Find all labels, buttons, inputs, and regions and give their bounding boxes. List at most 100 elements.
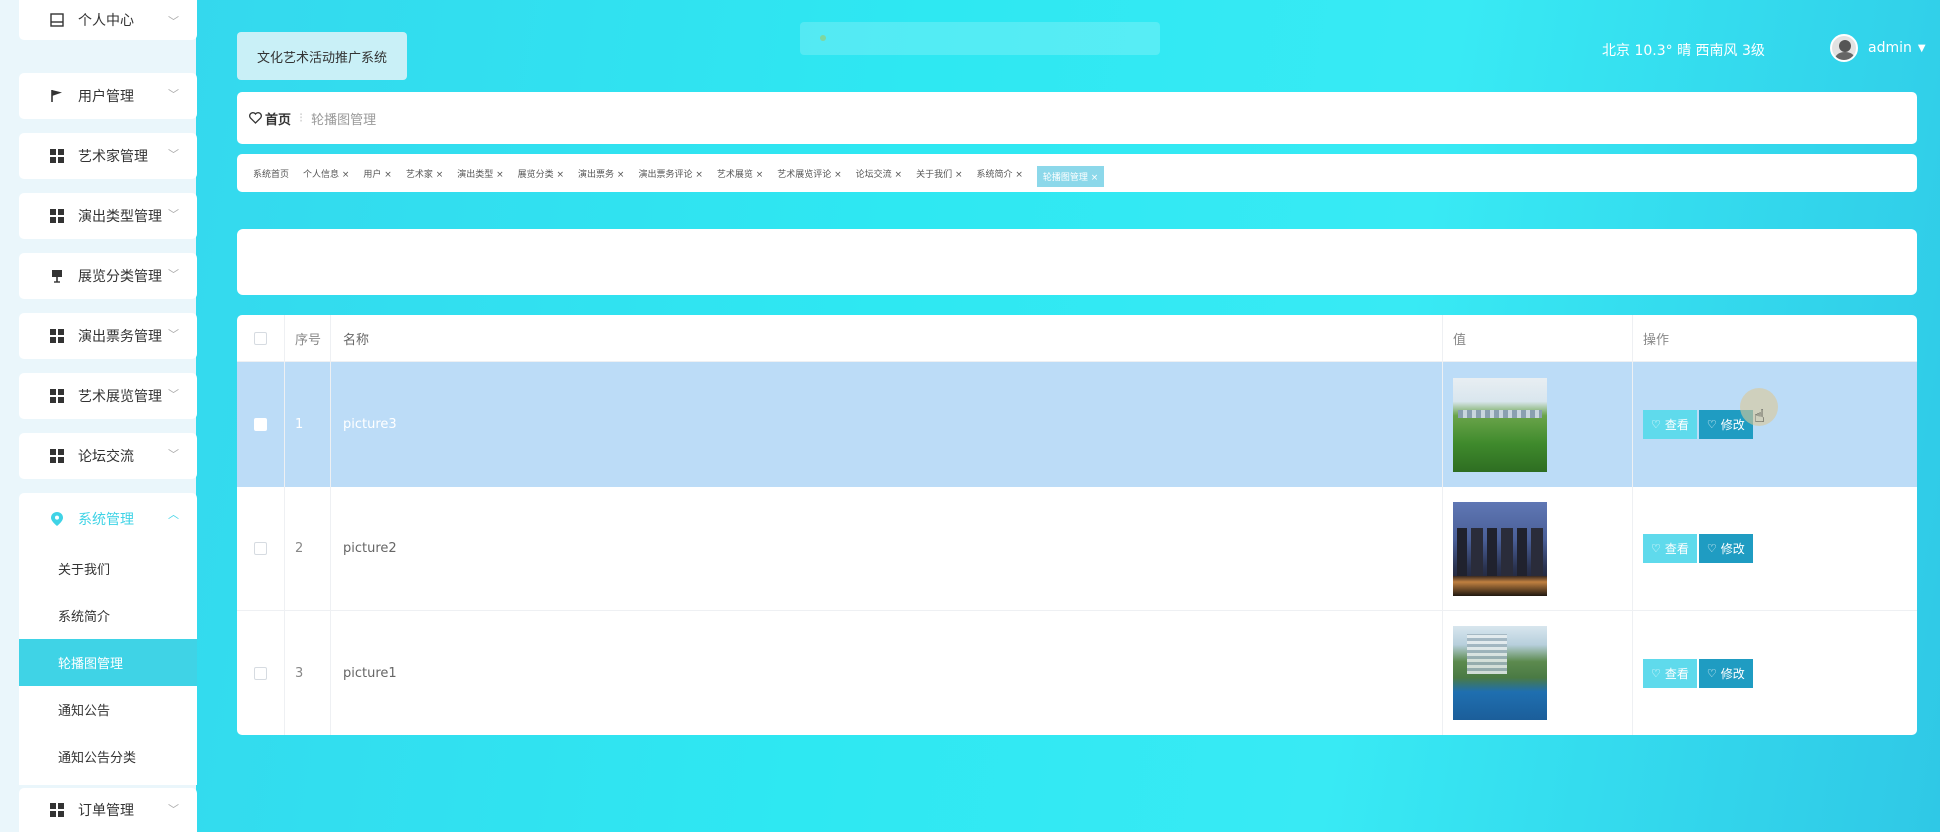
tab-forum[interactable]: 论坛交流 ×	[856, 167, 902, 180]
sidebar-item-ticketing[interactable]: 演出票务管理 ﹀	[19, 313, 197, 359]
tab-ticketing[interactable]: 演出票务 ×	[578, 167, 624, 180]
row-checkbox[interactable]	[254, 542, 267, 555]
tab-performance-types[interactable]: 演出类型 ×	[457, 167, 503, 180]
waterfront-city-image	[1453, 626, 1547, 720]
heart-icon: ♡	[1651, 666, 1661, 680]
heart-icon: ♡	[1706, 666, 1717, 680]
chevron-down-icon: ﹀	[168, 328, 179, 341]
sidebar-item-system-management[interactable]: 系统管理 ︿	[19, 493, 197, 545]
heart-icon: ♡	[1706, 418, 1717, 431]
row-actions: ♡ 查看 ♡ 修改	[1633, 487, 1917, 610]
tab-system-intro[interactable]: 系统简介 ×	[976, 167, 1022, 180]
system-title: 文化艺术活动推广系统	[237, 32, 407, 80]
park-aerial-image	[1453, 377, 1547, 472]
edit-button-label: 修改	[1720, 666, 1745, 681]
flag-icon	[48, 87, 66, 105]
view-button-label: 查看	[1664, 542, 1689, 556]
tab-art-exhibitions[interactable]: 艺术展览 ×	[717, 167, 763, 180]
view-button[interactable]: ♡ 查看	[1643, 534, 1697, 563]
sidebar-item-label: 艺术展览管理	[78, 389, 162, 405]
view-button[interactable]: ♡ 查看	[1643, 410, 1697, 439]
heart-icon: ♡	[1651, 542, 1661, 555]
submenu-item-carousel-management[interactable]: 轮播图管理	[19, 639, 197, 686]
chevron-down-icon: ﹀	[168, 208, 179, 221]
tab-about-us[interactable]: 关于我们 ×	[916, 167, 962, 180]
sidebar-item-users[interactable]: 用户管理 ﹀	[19, 73, 197, 119]
row-name: picture2	[331, 487, 1443, 610]
tab-users[interactable]: 用户 ×	[363, 167, 391, 180]
row-checkbox[interactable]	[254, 666, 267, 680]
submenu-item-system-intro[interactable]: 系统简介	[19, 592, 197, 639]
row-name: picture1	[331, 611, 1443, 735]
grid-icon	[48, 387, 66, 405]
edit-button-label: 修改	[1720, 418, 1745, 432]
sidebar-item-label: 演出票务管理	[78, 329, 162, 345]
row-value-cell	[1443, 611, 1633, 735]
chevron-down-icon: ﹀	[168, 268, 179, 281]
tab-exhibition-categories[interactable]: 展览分类 ×	[518, 167, 564, 180]
row-value-cell	[1443, 487, 1633, 610]
sidebar-item-performance-types[interactable]: 演出类型管理 ﹀	[19, 193, 197, 239]
table-row[interactable]: 2 picture2 ♡ 查看 ♡ 修改	[237, 487, 1917, 611]
edit-button[interactable]: ♡ 修改	[1698, 534, 1753, 563]
row-checkbox-cell	[237, 611, 285, 735]
view-button-label: 查看	[1664, 666, 1689, 681]
sidebar-item-art-exhibitions[interactable]: 艺术展览管理 ﹀	[19, 373, 197, 419]
edit-button-label: 修改	[1720, 542, 1745, 556]
breadcrumb-home-label: 首页	[265, 112, 292, 128]
submenu-item-notices[interactable]: 通知公告	[19, 686, 197, 733]
sign-icon	[48, 267, 66, 285]
heart-icon: ♡	[1706, 542, 1717, 555]
row-checkbox[interactable]	[254, 418, 267, 431]
sidebar-item-label: 演出类型管理	[78, 209, 162, 225]
sidebar: 个人中心 ﹀ 用户管理 ﹀ 艺术家管理 ﹀ 演出类型管理 ﹀ 展览分类管理 ﹀ …	[0, 0, 197, 832]
tab-personal-info[interactable]: 个人信息 ×	[303, 167, 349, 180]
row-actions: ♡ 查看 ♡ 修改	[1633, 611, 1917, 735]
breadcrumb-separator: ⁝	[299, 110, 304, 126]
breadcrumb-home[interactable]: 首页	[249, 109, 291, 128]
row-value-cell	[1443, 362, 1633, 487]
sidebar-item-personal-center[interactable]: 个人中心 ﹀	[19, 0, 197, 40]
row-checkbox-cell	[237, 487, 285, 610]
sidebar-item-label: 系统管理	[78, 512, 134, 528]
chevron-up-icon: ︿	[168, 508, 179, 521]
tab-exhibition-comments[interactable]: 艺术展览评论 ×	[777, 167, 841, 180]
chevron-down-icon: ﹀	[168, 148, 179, 161]
city-night-image	[1453, 501, 1547, 596]
chevron-down-icon: ﹀	[168, 803, 179, 816]
select-all-checkbox[interactable]	[254, 331, 267, 345]
table-row[interactable]: 1 picture3 ♡ 查看 ♡ 修改	[237, 362, 1917, 487]
row-no: 1	[285, 362, 331, 487]
sidebar-item-label: 用户管理	[78, 89, 134, 105]
tab-ticketing-comments[interactable]: 演出票务评论 ×	[638, 167, 702, 180]
heart-icon: ♡	[1651, 418, 1661, 431]
sidebar-item-artists[interactable]: 艺术家管理 ﹀	[19, 133, 197, 179]
breadcrumb-current: 轮播图管理	[311, 112, 377, 128]
row-checkbox-cell	[237, 362, 285, 487]
table-header-row: 序号 名称 值 操作	[237, 315, 1917, 362]
edit-button[interactable]: ♡ 修改	[1698, 658, 1753, 688]
submenu-item-notice-categories[interactable]: 通知公告分类	[19, 733, 197, 780]
tab-carousel-management[interactable]: 轮播图管理 ×	[1036, 165, 1105, 187]
submenu-item-about-us[interactable]: 关于我们	[19, 545, 197, 592]
user-menu[interactable]: admin ▼	[1830, 34, 1926, 62]
grid-icon	[48, 447, 66, 465]
breadcrumb: 首页 ⁝ 轮播图管理	[237, 92, 1917, 144]
tab-artists[interactable]: 艺术家 ×	[406, 167, 443, 180]
row-name: picture3	[331, 362, 1443, 487]
sidebar-item-forum[interactable]: 论坛交流 ﹀	[19, 433, 197, 479]
sidebar-item-orders[interactable]: 订单管理 ﹀	[19, 788, 197, 832]
view-button[interactable]: ♡ 查看	[1643, 658, 1697, 688]
search-panel	[237, 229, 1917, 295]
row-no: 2	[285, 487, 331, 610]
sidebar-item-label: 个人中心	[78, 13, 134, 29]
grid-icon	[48, 327, 66, 345]
sidebar-item-exhibition-categories[interactable]: 展览分类管理 ﹀	[19, 253, 197, 299]
header-no: 序号	[285, 315, 331, 361]
grid-icon	[48, 147, 66, 165]
weather-info: 北京 10.3° 晴 西南风 3级	[1602, 43, 1765, 59]
table-row[interactable]: 3 picture1 ♡ 查看 ♡ 修改	[237, 611, 1917, 735]
tab-home[interactable]: 系统首页	[253, 167, 289, 180]
window-icon	[48, 11, 66, 29]
top-bar-search[interactable]	[800, 22, 1160, 55]
